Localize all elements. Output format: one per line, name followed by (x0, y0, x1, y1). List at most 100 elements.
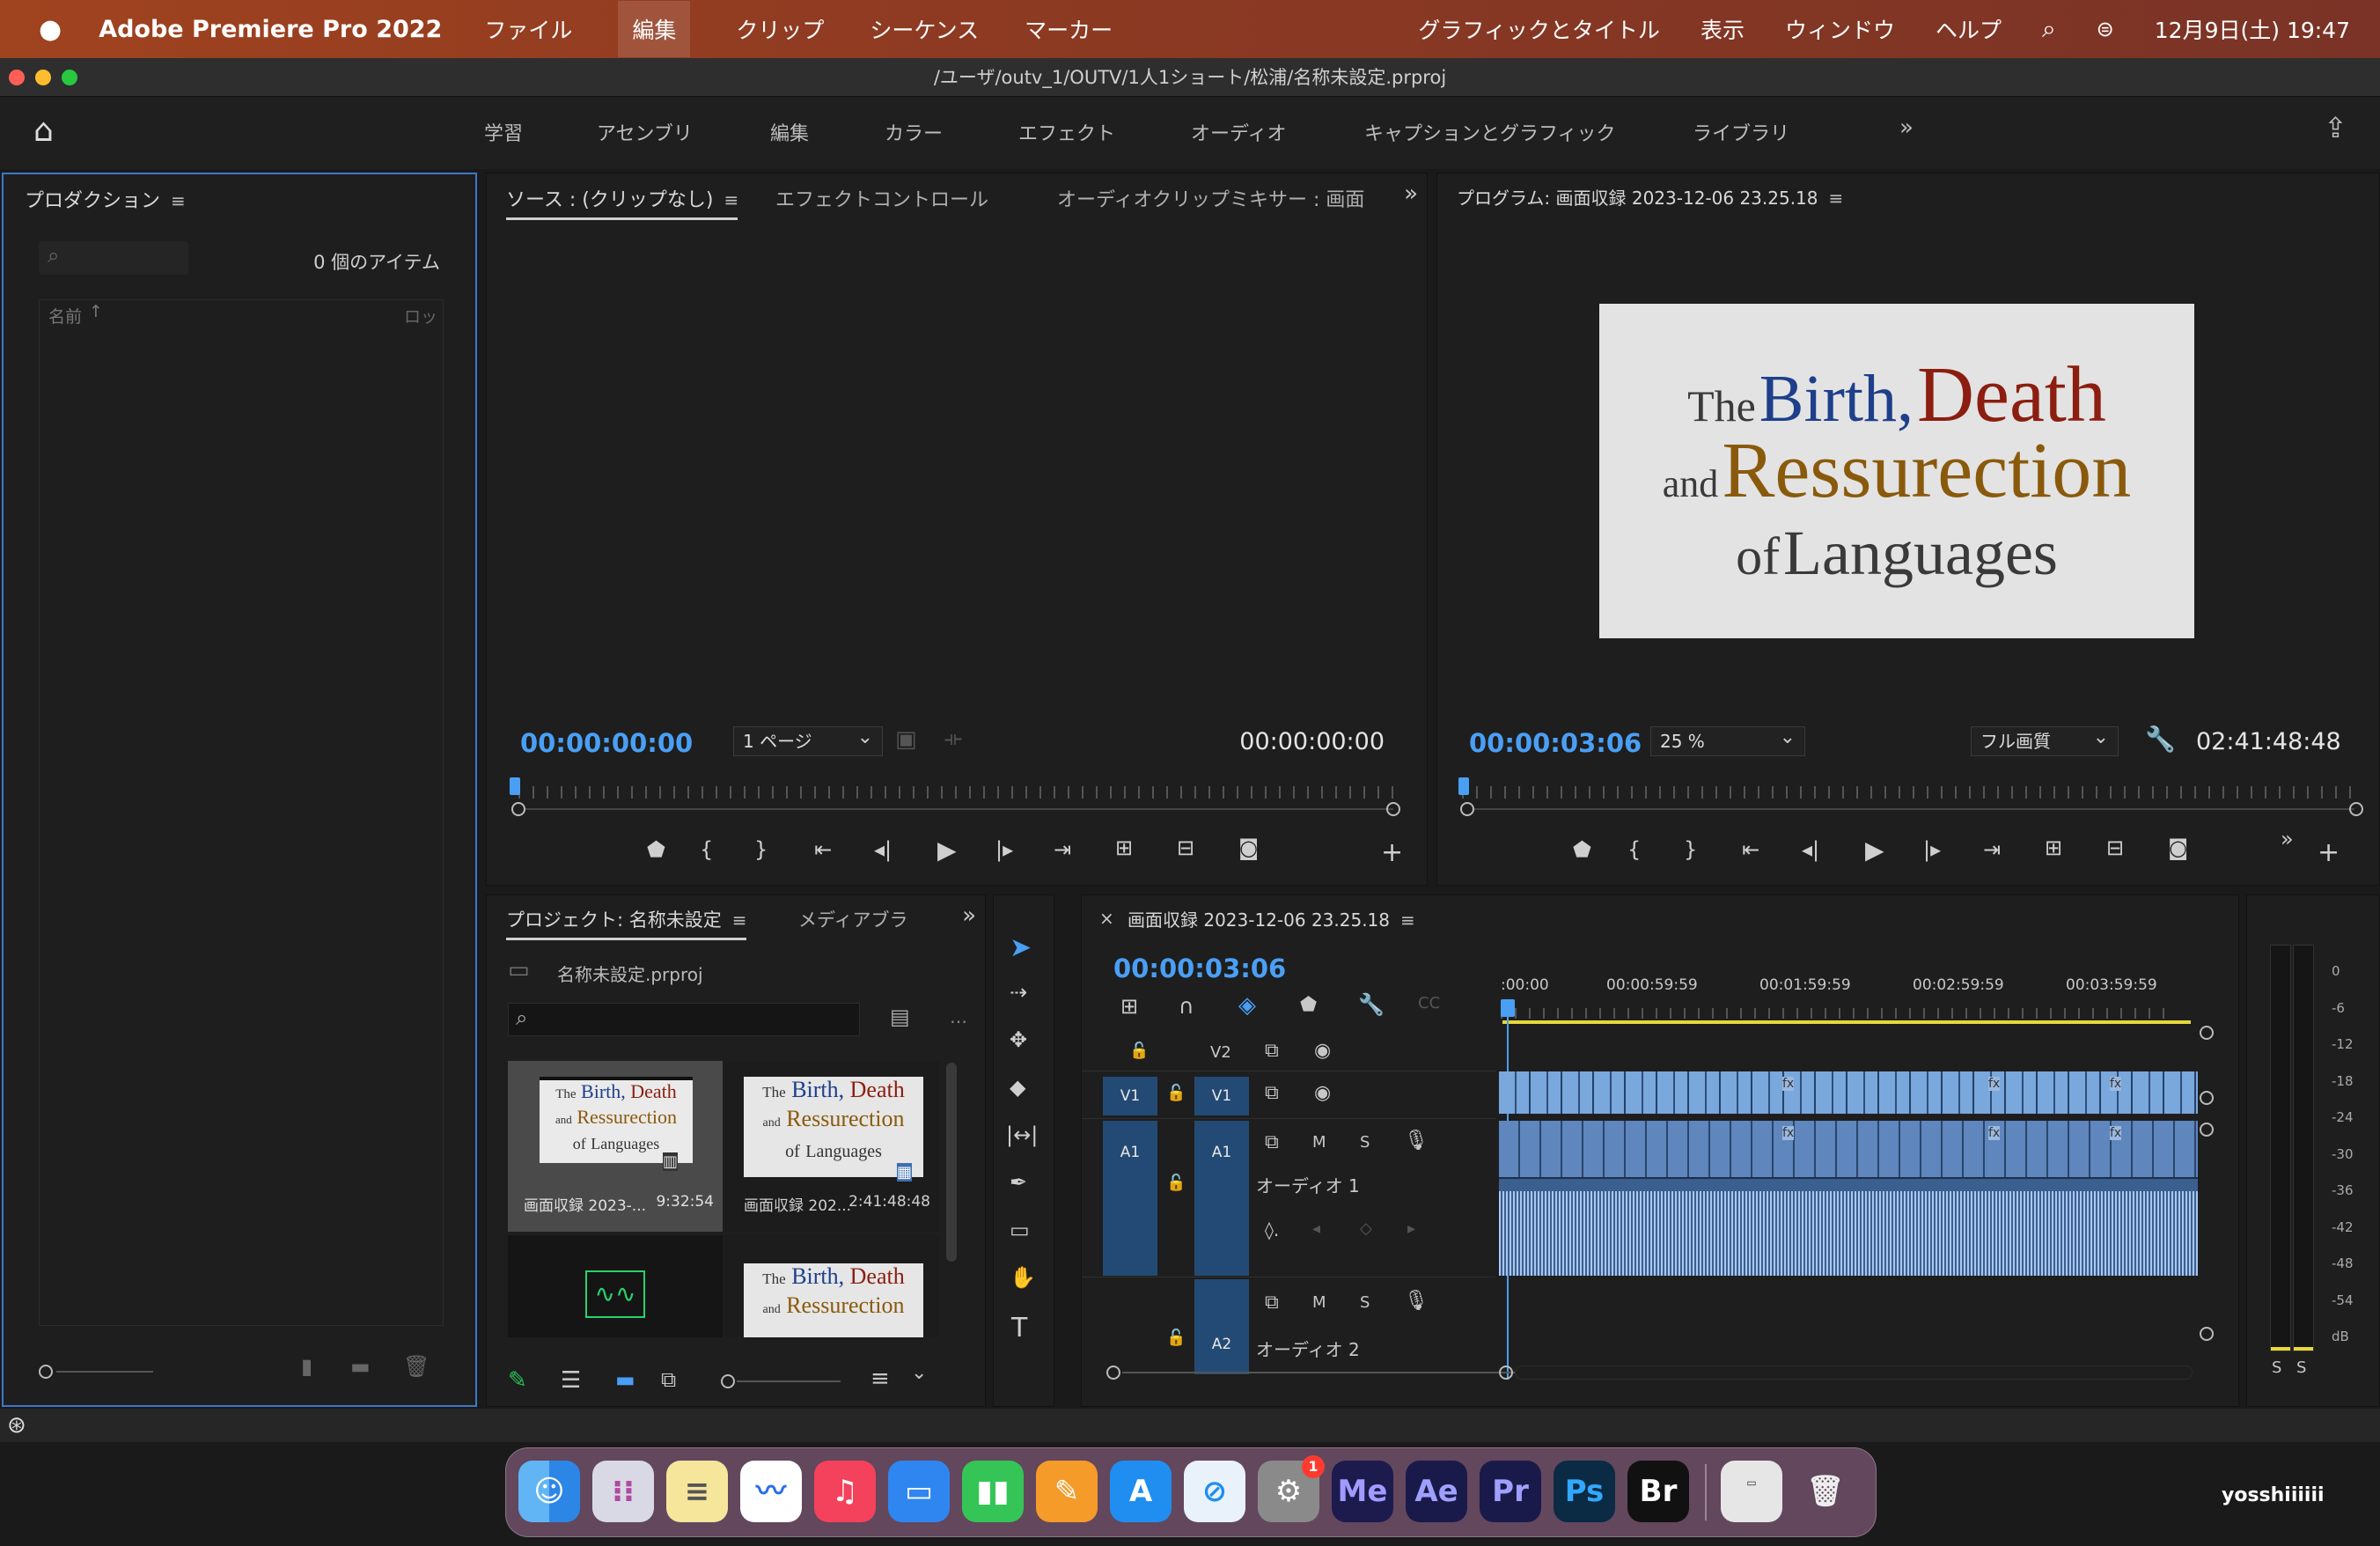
program-video-frame[interactable]: The Birth, Death and Ressurection of Lan… (1599, 304, 2194, 638)
solo-right-button[interactable]: S (2296, 1358, 2306, 1377)
workspace-captions[interactable]: キャプションとグラフィック (1364, 118, 1616, 146)
solo-button[interactable]: S (1360, 1133, 1370, 1152)
hand-tool-icon[interactable]: ✋ (1010, 1265, 1036, 1290)
menu-graphics[interactable]: グラフィックとタイトル (1418, 13, 1660, 45)
menu-file[interactable]: ファイル (484, 13, 572, 45)
trash-icon[interactable]: 🗑 (1795, 1461, 1856, 1522)
project-scrollbar[interactable] (946, 1063, 957, 1262)
apple-icon[interactable]: ● (39, 14, 62, 45)
menu-clip[interactable]: クリップ (736, 13, 824, 45)
source-patch-v1[interactable]: V1 (1103, 1077, 1157, 1115)
program-timecode[interactable]: 00:00:03:06 (1469, 728, 1642, 758)
insert-overlay-icon[interactable]: ▣ (895, 726, 917, 753)
work-area-bar[interactable] (1502, 1020, 2191, 1024)
timeline-zoom-track[interactable] (1122, 1372, 1515, 1373)
workspace-effects[interactable]: エフェクト (1018, 118, 1115, 146)
more-icon[interactable]: … (950, 1006, 967, 1027)
track-a1-target[interactable]: A1 (1194, 1121, 1249, 1276)
extract-button[interactable]: ⊟ (2106, 836, 2124, 860)
pencil-icon[interactable]: ✎ (508, 1367, 527, 1394)
launchpad-icon[interactable]: ⁝⁝ (592, 1461, 654, 1522)
home-icon[interactable]: ⌂ (33, 113, 54, 149)
rectangle-tool-icon[interactable]: ▭ (1010, 1218, 1030, 1242)
zoom-slider-track[interactable] (56, 1371, 153, 1373)
solo-button[interactable]: S (1360, 1293, 1370, 1312)
go-to-in-button[interactable]: ⇤ (1742, 837, 1759, 862)
mark-in-button[interactable]: { (1627, 837, 1641, 862)
app-name-menu[interactable]: Adobe Premiere Pro 2022 (99, 16, 442, 43)
snap-icon[interactable]: ∩ (1179, 994, 1194, 1019)
sort-icon[interactable]: ≡ (870, 1366, 890, 1392)
step-back-button[interactable]: ◂| (1802, 837, 1819, 862)
insert-button[interactable]: ⊞ (1115, 836, 1133, 860)
panel-menu-icon[interactable]: ≡ (1829, 188, 1844, 209)
track-select-tool-icon[interactable]: ⇢ (1010, 980, 1027, 1005)
menu-window[interactable]: ウィンドウ (1785, 13, 1895, 45)
project-item-2[interactable]: The Birth, Death and Ressurection of Lan… (724, 1061, 939, 1232)
workspace-edit[interactable]: 編集 (770, 118, 809, 146)
program-playhead[interactable] (1458, 777, 1469, 795)
pen-tool-icon[interactable]: ✒ (1010, 1170, 1027, 1195)
panel-overflow-icon[interactable]: » (1404, 180, 1418, 207)
audio-clip-a1[interactable]: fx fx fx (1499, 1121, 2198, 1276)
panel-overflow-icon[interactable]: » (962, 902, 976, 929)
column-lock[interactable]: ロッ (404, 304, 437, 328)
program-zoom-select[interactable]: 25 % (1650, 724, 1805, 756)
add-button-icon[interactable]: + (2318, 837, 2340, 868)
project-search-input[interactable]: ⌕ (508, 1003, 860, 1036)
timeline-zoom-left-knob[interactable] (1106, 1366, 1120, 1380)
selection-tool-icon[interactable]: ➤ (1010, 932, 1032, 963)
add-marker-button[interactable]: ⬟ (1573, 837, 1591, 862)
workspace-color[interactable]: カラー (885, 118, 943, 146)
bridge-icon[interactable]: Br (1627, 1461, 1689, 1522)
mute-button[interactable]: M (1312, 1133, 1326, 1152)
export-frame-icon[interactable]: ◙ (1238, 836, 1259, 860)
finder-icon[interactable]: ☺ (518, 1461, 580, 1522)
lift-button[interactable]: ⊞ (2045, 836, 2062, 860)
source-timecode-in[interactable]: 00:00:00:00 (520, 728, 693, 758)
delete-icon[interactable]: 🗑 (403, 1354, 430, 1379)
sync-lock-icon[interactable]: ⧉ (1265, 1040, 1279, 1062)
mute-button[interactable]: M (1312, 1293, 1326, 1312)
minimize-window-button[interactable] (35, 70, 51, 85)
prev-keyframe-icon[interactable]: ◂ (1312, 1219, 1320, 1238)
timeline-zoom-right-knob[interactable] (1499, 1366, 1513, 1380)
slip-tool-icon[interactable]: |↔| (1006, 1123, 1038, 1147)
settings-icon[interactable]: ⟛ (944, 728, 962, 750)
thumb-size-knob[interactable] (721, 1374, 735, 1388)
panel-menu-icon[interactable]: ≡ (1400, 909, 1415, 931)
column-name[interactable]: 名前 (48, 304, 82, 328)
overflow-icon[interactable]: » (2281, 827, 2294, 851)
lock-icon[interactable]: 🔓 (1166, 1084, 1186, 1102)
spotlight-icon[interactable]: ⌕ (2042, 14, 2056, 44)
timeline-timecode[interactable]: 00:00:03:06 (1113, 953, 1286, 983)
panel-menu-icon[interactable]: ≡ (171, 190, 186, 211)
razor-tool-icon[interactable]: ◆ (1010, 1075, 1025, 1100)
mark-out-button[interactable]: } (754, 837, 768, 862)
wrench-icon[interactable]: 🔧 (2145, 725, 2176, 754)
timeline-settings-icon[interactable]: 🔧 (1358, 992, 1385, 1017)
mark-in-button[interactable]: { (700, 837, 713, 862)
solo-left-button[interactable]: S (2272, 1358, 2281, 1377)
workspace-assembly[interactable]: アセンブリ (597, 118, 693, 146)
type-tool-icon[interactable]: T (1011, 1313, 1027, 1344)
tab-media-browser[interactable]: メディアブラ (798, 906, 908, 932)
close-tab-icon[interactable]: × (1099, 908, 1114, 929)
share-icon[interactable]: ⇪ (2324, 111, 2347, 144)
track-a1-name[interactable]: オーディオ 1 (1256, 1172, 1360, 1197)
app-store-icon[interactable]: A (1110, 1461, 1172, 1522)
tab-effect-controls[interactable]: エフェクトコントロール (775, 184, 988, 212)
program-zoom-right-knob[interactable] (2349, 802, 2363, 816)
tab-audio-clip-mixer[interactable]: オーディオクリップミキサー : 画面 (1057, 184, 1364, 212)
track-v2-scroll-knob[interactable] (2200, 1026, 2214, 1040)
add-marker-button[interactable]: ⬟ (647, 837, 665, 862)
thumb-size-track[interactable] (737, 1380, 841, 1382)
project-item-3[interactable]: ∿∿ (508, 1235, 723, 1337)
zoom-window-button[interactable] (62, 70, 77, 85)
menu-view[interactable]: 表示 (1701, 13, 1745, 45)
sort-dropdown-icon[interactable]: ⌄ (911, 1362, 927, 1384)
pages-icon[interactable]: ✎ (1036, 1461, 1098, 1522)
notes-icon[interactable]: ≡ (666, 1461, 728, 1522)
menu-edit[interactable]: 編集 (618, 1, 691, 57)
timeline-hscroll[interactable] (1515, 1366, 2193, 1380)
